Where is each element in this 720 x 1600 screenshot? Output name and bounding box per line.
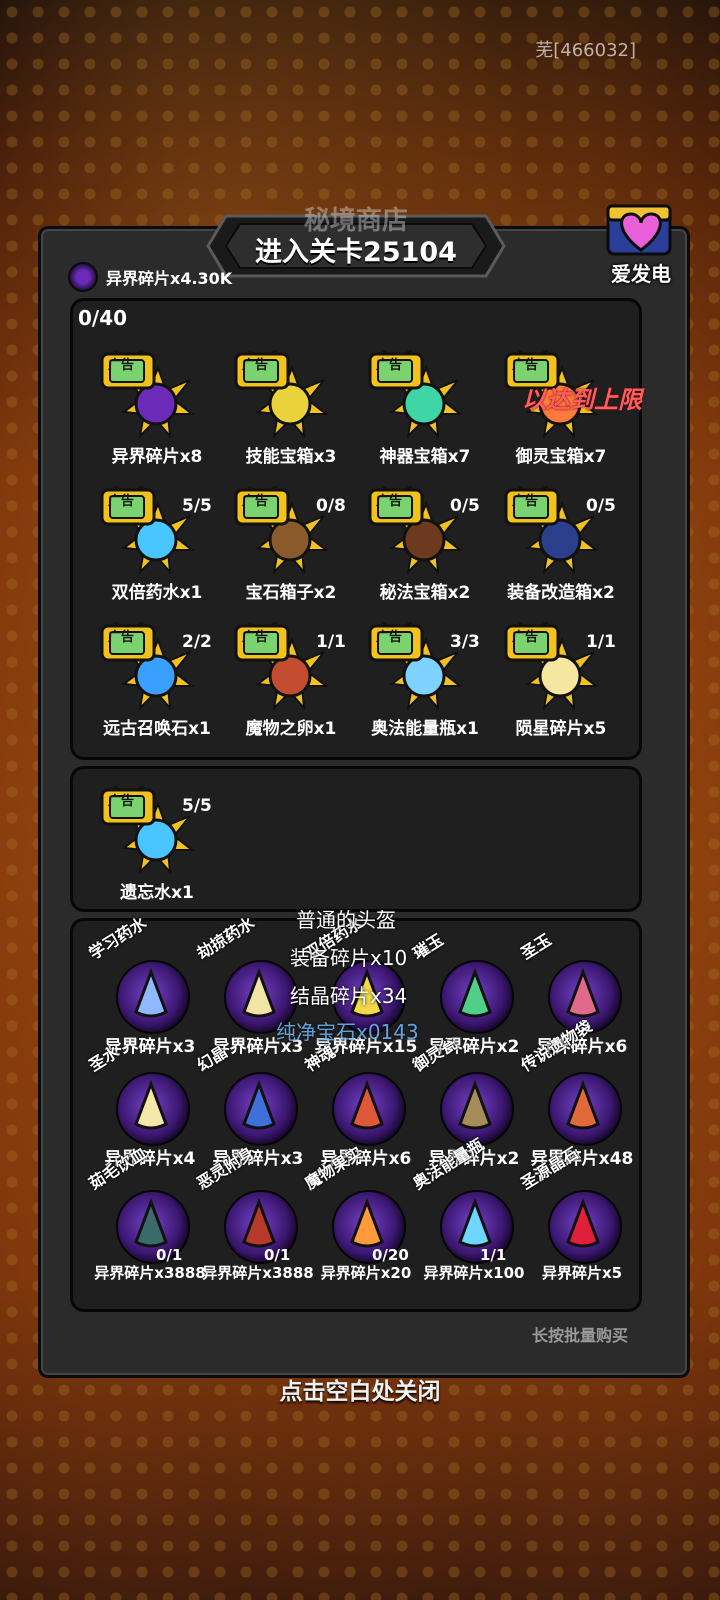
ad-item-quantity: 1/1 [316, 632, 346, 652]
ad-reward-item[interactable]: 广告技能宝箱x3 [216, 340, 356, 470]
shop-item-price: 异界碎片x3888 [94, 1264, 206, 1282]
ad-item-label: 异界碎片x8 [111, 447, 203, 467]
ruby-icon [566, 1198, 600, 1248]
ad-reward-item[interactable]: 广告 2/2 远古召唤石x1 [82, 612, 222, 742]
shop-item[interactable]: 学习药水 异界碎片x3 [85, 913, 204, 1057]
ad-badge-label: 广告 [512, 358, 539, 373]
ad-item-label: 远古召唤石x1 [103, 719, 211, 739]
ad-badge-label: 广告 [108, 494, 135, 509]
tooltip-item-name: 普通的头盔 [296, 908, 396, 932]
holy-water-icon [134, 1080, 168, 1130]
shop-item[interactable]: 圣源晶石 异界碎片x5 [517, 1143, 636, 1282]
ad-reward-item[interactable]: 广告 5/5 遗忘水x1 [82, 776, 222, 906]
soul-flame-icon [350, 1080, 384, 1130]
shop-item[interactable]: 茹毛饮血 0/1 异界碎片x3888 [85, 1143, 205, 1282]
ad-item-label: 陨星碎片x5 [515, 719, 607, 739]
ad-item-label: 遗忘水x1 [120, 883, 194, 903]
ad-reward-item[interactable]: 广告 1/1 陨星碎片x5 [486, 612, 626, 742]
ad-badge-label: 广告 [108, 358, 135, 373]
ad-reward-item[interactable]: 广告 0/8 宝石箱子x2 [216, 476, 356, 606]
tooltip-line-2: 装备碎片x10 [290, 946, 408, 970]
ad-reward-item[interactable]: 广告 3/3 奥法能量瓶x1 [350, 612, 490, 742]
otherworld-shard-icon [68, 262, 98, 292]
ad-badge-label: 广告 [376, 358, 403, 373]
ad-badge-label: 广告 [242, 358, 269, 373]
shop-item[interactable]: 恶灵附身 0/1 异界碎片x3888 [193, 1143, 313, 1282]
shop-item-price: 异界碎片x5 [541, 1264, 623, 1282]
charge-button[interactable]: 爱发电 [598, 188, 684, 288]
shop-item[interactable]: 圣水 异界碎片x4 [85, 1042, 204, 1169]
ad-reward-item[interactable]: 广告 5/5 双倍药水x1 [82, 476, 222, 606]
ad-item-label: 双倍药水x1 [111, 583, 203, 603]
ad-progress-counter: 0/40 [78, 306, 128, 330]
currency-display: 异界碎片x4.30K [68, 262, 232, 292]
ad-item-quantity: 3/3 [450, 632, 480, 652]
ad-item-label: 秘法宝箱x2 [379, 583, 471, 603]
jade-icon [458, 968, 492, 1018]
ad-item-label: 奥法能量瓶x1 [371, 719, 479, 739]
ad-item-label: 魔物之卵x1 [245, 719, 337, 739]
heart-chest-icon [606, 204, 672, 256]
ad-item-quantity: 0/5 [586, 496, 616, 516]
ad-item-quantity: 2/2 [182, 632, 212, 652]
bulk-buy-hint: 长按批量购买 [531, 1326, 628, 1345]
ad-item-label: 装备改造箱x2 [507, 583, 615, 603]
phantom-crystal-icon [242, 1080, 276, 1130]
ad-item-label: 御灵宝箱x7 [515, 447, 607, 467]
ad-badge-label: 广告 [376, 494, 403, 509]
ad-badge-label: 广告 [512, 630, 539, 645]
ad-item-label: 神器宝箱x7 [379, 447, 471, 467]
evil-spirit-icon [242, 1198, 276, 1248]
level-entry-notice: 进入关卡25104 [255, 237, 457, 268]
shop-item[interactable]: 魔物果实 0/20 异界碎片x20 [301, 1143, 420, 1282]
shop-item[interactable]: 传说遗物袋 异界碎片x48 [517, 1017, 636, 1169]
ad-reward-item[interactable]: 广告 0/5 装备改造箱x2 [486, 476, 626, 606]
limit-reached-notice: 以达到上限 [522, 386, 642, 414]
flask-icon [242, 968, 276, 1018]
tooltip-line-3: 结晶碎片x34 [290, 984, 408, 1008]
ad-badge-label: 广告 [242, 494, 269, 509]
tooltip-line-4: 纯净宝石x0143 [276, 1020, 419, 1044]
shop-item-price: 异界碎片x3888 [202, 1264, 314, 1282]
ad-reward-item[interactable]: 广告 1/1 魔物之卵x1 [216, 612, 356, 742]
ad-item-label: 技能宝箱x3 [245, 447, 337, 467]
ad-item-quantity: 0/8 [316, 496, 346, 516]
charge-button-label: 爱发电 [611, 262, 671, 286]
player-code: 芜[466032] [535, 40, 636, 61]
ad-item-quantity: 1/1 [586, 632, 616, 652]
relic-bag-icon [566, 1080, 600, 1130]
flask-icon [134, 968, 168, 1018]
shop-item[interactable]: 奥法能量瓶 1/1 异界碎片x100 [409, 1135, 528, 1282]
warrior-icon [134, 1198, 168, 1248]
ad-badge-label: 广告 [108, 794, 135, 809]
shop-item-price: 异界碎片x20 [320, 1264, 412, 1282]
monster-fruit-icon [350, 1198, 384, 1248]
ad-item-quantity: 5/5 [182, 496, 212, 516]
energy-bottle-icon [458, 1198, 492, 1248]
ad-badge-label: 广告 [242, 630, 269, 645]
ad-item-label: 宝石箱子x2 [245, 583, 337, 603]
ad-reward-item[interactable]: 广告 0/5 秘法宝箱x2 [350, 476, 490, 606]
shop-item[interactable]: 幻晶 异界碎片x3 [193, 1042, 312, 1169]
ad-badge-label: 广告 [108, 630, 135, 645]
shop-item[interactable]: 神魂 异界碎片x6 [301, 1042, 420, 1169]
ad-badge-label: 广告 [512, 494, 539, 509]
ad-badge-label: 广告 [376, 630, 403, 645]
shop-item-price: 异界碎片x100 [423, 1264, 525, 1282]
tap-blank-close-hint[interactable]: 点击空白处关闭 [0, 1372, 720, 1406]
ad-reward-item[interactable]: 广告异界碎片x8 [82, 340, 222, 470]
ad-item-quantity: 0/5 [450, 496, 480, 516]
currency-amount: 异界碎片x4.30K [106, 269, 233, 288]
ad-item-quantity: 5/5 [182, 796, 212, 816]
shop-item[interactable]: 璀玉 异界碎片x2 [409, 930, 528, 1057]
urn-icon [458, 1080, 492, 1130]
ad-reward-item[interactable]: 广告神器宝箱x7 [350, 340, 490, 470]
